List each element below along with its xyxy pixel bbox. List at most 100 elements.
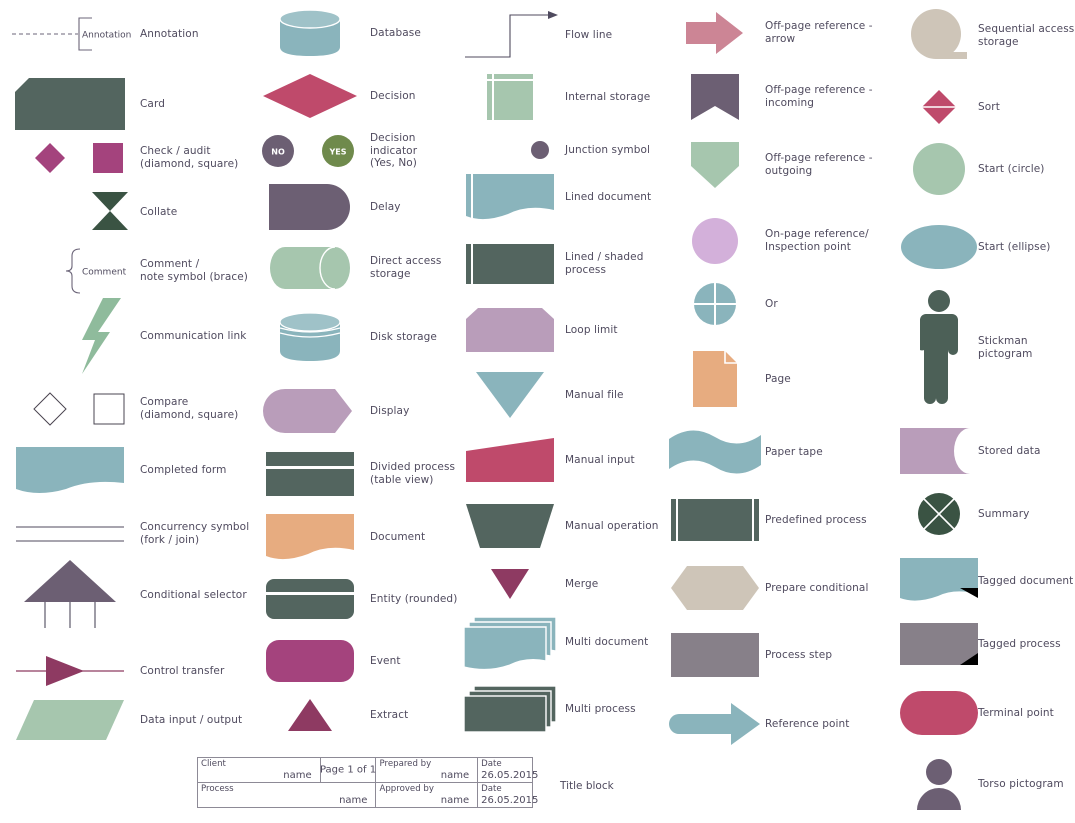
completed-form-shape (0, 447, 140, 493)
symbol-row-multi-document[interactable]: Multi document (455, 616, 670, 671)
symbol-label: Sequential access storage (978, 23, 1075, 48)
symbol-row-delay[interactable]: Delay (250, 182, 465, 232)
page-number: 1 (347, 764, 354, 776)
annotation-shape: Annotation (0, 13, 140, 55)
symbol-row-disk-storage[interactable]: Disk storage (250, 310, 465, 364)
torso-pictogram-shape (900, 758, 978, 810)
title-block-cell-approved-by[interactable]: Approved by name (375, 782, 479, 808)
symbol-row-reference-point[interactable]: Reference point (665, 698, 900, 750)
extract-shape (250, 698, 370, 732)
title-block-cell-date-2[interactable]: Date 26.05.2015 (477, 782, 538, 808)
symbol-row-conditional-selector[interactable]: Conditional selector (0, 560, 250, 630)
terminal-point-shape (900, 691, 978, 735)
symbol-row-multi-process[interactable]: Multi process (455, 684, 670, 734)
symbol-row-communication-link[interactable]: Communication link (0, 298, 250, 374)
symbol-row-comment-note[interactable]: Comment Comment / note symbol (brace) (0, 245, 250, 297)
symbol-row-torso-pictogram[interactable]: Torso pictogram (900, 756, 1075, 812)
symbol-row-offpage-outgoing[interactable]: Off-page reference - outgoing (665, 140, 900, 190)
symbol-row-tagged-process[interactable]: Tagged process (900, 620, 1075, 668)
comment-inner-text: Comment (82, 268, 127, 278)
symbol-label: Or (765, 297, 778, 310)
comment-brace-shape: Comment (0, 246, 140, 296)
divided-process-shape (250, 452, 370, 496)
symbol-row-terminal-point[interactable]: Terminal point (900, 688, 1075, 738)
symbol-row-card[interactable]: Card (0, 76, 250, 132)
tagged-document-shape (900, 558, 978, 604)
symbol-row-merge[interactable]: Merge (455, 562, 670, 606)
symbol-row-display[interactable]: Display (250, 386, 465, 436)
symbol-row-tagged-document[interactable]: Tagged document (900, 556, 1075, 606)
symbol-row-decision[interactable]: Decision (250, 70, 465, 122)
symbol-row-offpage-incoming[interactable]: Off-page reference - incoming (665, 72, 900, 122)
symbol-row-data-input-output[interactable]: Data input / output (0, 696, 250, 744)
decision-indicator-shape: NO YES (250, 133, 370, 169)
title-block-date-value: 26.05.2015 (481, 795, 539, 806)
symbol-row-database[interactable]: Database (250, 8, 465, 58)
symbol-row-start-circle[interactable]: Start (circle) (900, 140, 1075, 198)
symbol-row-manual-operation[interactable]: Manual operation (455, 502, 670, 550)
symbol-row-start-ellipse[interactable]: Start (ellipse) (900, 220, 1075, 274)
symbol-row-document[interactable]: Document (250, 512, 465, 562)
symbol-row-decision-indicator[interactable]: NO YES Decision indicator (Yes, No) (250, 130, 465, 172)
page-prefix: Page (319, 764, 345, 776)
title-block-prepared-by-label: Prepared by (379, 759, 432, 769)
title-block-cell-page[interactable]: Page 1 of 1 (319, 757, 377, 783)
symbol-row-junction-symbol[interactable]: Junction symbol (455, 130, 670, 170)
page-shape (665, 351, 765, 407)
symbol-row-stored-data[interactable]: Stored data (900, 426, 1075, 476)
merge-shape (455, 569, 565, 599)
title-block-date-label: Date (481, 784, 502, 794)
title-block-label: Title block (560, 780, 614, 792)
title-block-prepared-by-value: name (440, 770, 470, 781)
symbol-row-or[interactable]: Or (665, 280, 900, 328)
symbol-row-sort[interactable]: Sort (900, 86, 1075, 128)
title-block-cell-prepared-by[interactable]: Prepared by name (375, 757, 479, 783)
title-block-cell-process[interactable]: Process name (196, 782, 377, 808)
symbol-row-summary[interactable]: Summary (900, 490, 1075, 538)
event-shape (250, 640, 370, 682)
symbol-row-control-transfer[interactable]: Control transfer (0, 648, 250, 694)
compare-diamond (33, 392, 67, 426)
symbol-row-collate[interactable]: Collate (0, 190, 250, 234)
symbol-row-predefined-process[interactable]: Predefined process (665, 496, 900, 544)
symbol-row-loop-limit[interactable]: Loop limit (455, 306, 670, 354)
symbol-label: Check / audit (diamond, square) (140, 145, 239, 170)
symbol-label: Document (370, 530, 426, 543)
control-transfer-shape (0, 653, 140, 689)
symbol-row-divided-process[interactable]: Divided process (table view) (250, 450, 465, 498)
symbol-row-sequential-access-storage[interactable]: Sequential access storage (900, 6, 1075, 66)
symbol-row-onpage-reference[interactable]: On-page reference/ Inspection point (665, 212, 900, 270)
symbol-row-flow-line[interactable]: Flow line (455, 8, 670, 62)
symbol-label: Display (370, 404, 410, 417)
symbol-row-manual-file[interactable]: Manual file (455, 370, 670, 420)
symbol-row-prepare-conditional[interactable]: Prepare conditional (665, 562, 900, 614)
symbol-row-offpage-arrow[interactable]: Off-page reference - arrow (665, 8, 900, 58)
symbol-row-event[interactable]: Event (250, 637, 465, 685)
symbol-row-entity-rounded[interactable]: Entity (rounded) (250, 575, 465, 623)
symbol-row-process-step[interactable]: Process step (665, 630, 900, 680)
symbol-label: Database (370, 26, 421, 39)
symbol-row-annotation[interactable]: Annotation Annotation (0, 12, 250, 56)
symbol-row-page[interactable]: Page (665, 348, 900, 410)
symbol-row-compare[interactable]: Compare (diamond, square) (0, 386, 250, 432)
symbol-row-lined-shaded-process[interactable]: Lined / shaded process (455, 240, 670, 288)
symbol-row-internal-storage[interactable]: Internal storage (455, 72, 670, 122)
symbol-row-concurrency-symbol[interactable]: Concurrency symbol (fork / join) (0, 512, 250, 556)
symbol-row-direct-access-storage[interactable]: Direct access storage (250, 244, 465, 292)
symbol-row-lined-document[interactable]: Lined document (455, 172, 670, 222)
symbol-row-completed-form[interactable]: Completed form (0, 445, 250, 495)
or-shape (665, 282, 765, 326)
decision-indicator-yes-text: YES (328, 148, 346, 157)
compare-shape (0, 387, 140, 431)
symbol-row-manual-input[interactable]: Manual input (455, 436, 670, 484)
title-block-cell-date-1[interactable]: Date 26.05.2015 (477, 757, 538, 783)
symbol-row-check-audit[interactable]: Check / audit (diamond, square) (0, 136, 250, 180)
title-block-table[interactable]: Client name Page 1 of 1 Prepared by name… (196, 757, 538, 808)
symbol-row-stickman-pictogram[interactable]: Stickman pictogram (900, 288, 1075, 408)
symbol-row-paper-tape[interactable]: Paper tape (665, 426, 900, 478)
page-of: of (356, 764, 367, 776)
title-block-cell-client[interactable]: Client name (197, 757, 321, 783)
title-block-row-1: Client name Page 1 of 1 Prepared by name… (197, 757, 538, 783)
symbol-label: Entity (rounded) (370, 592, 458, 605)
symbol-row-extract[interactable]: Extract (250, 693, 465, 737)
